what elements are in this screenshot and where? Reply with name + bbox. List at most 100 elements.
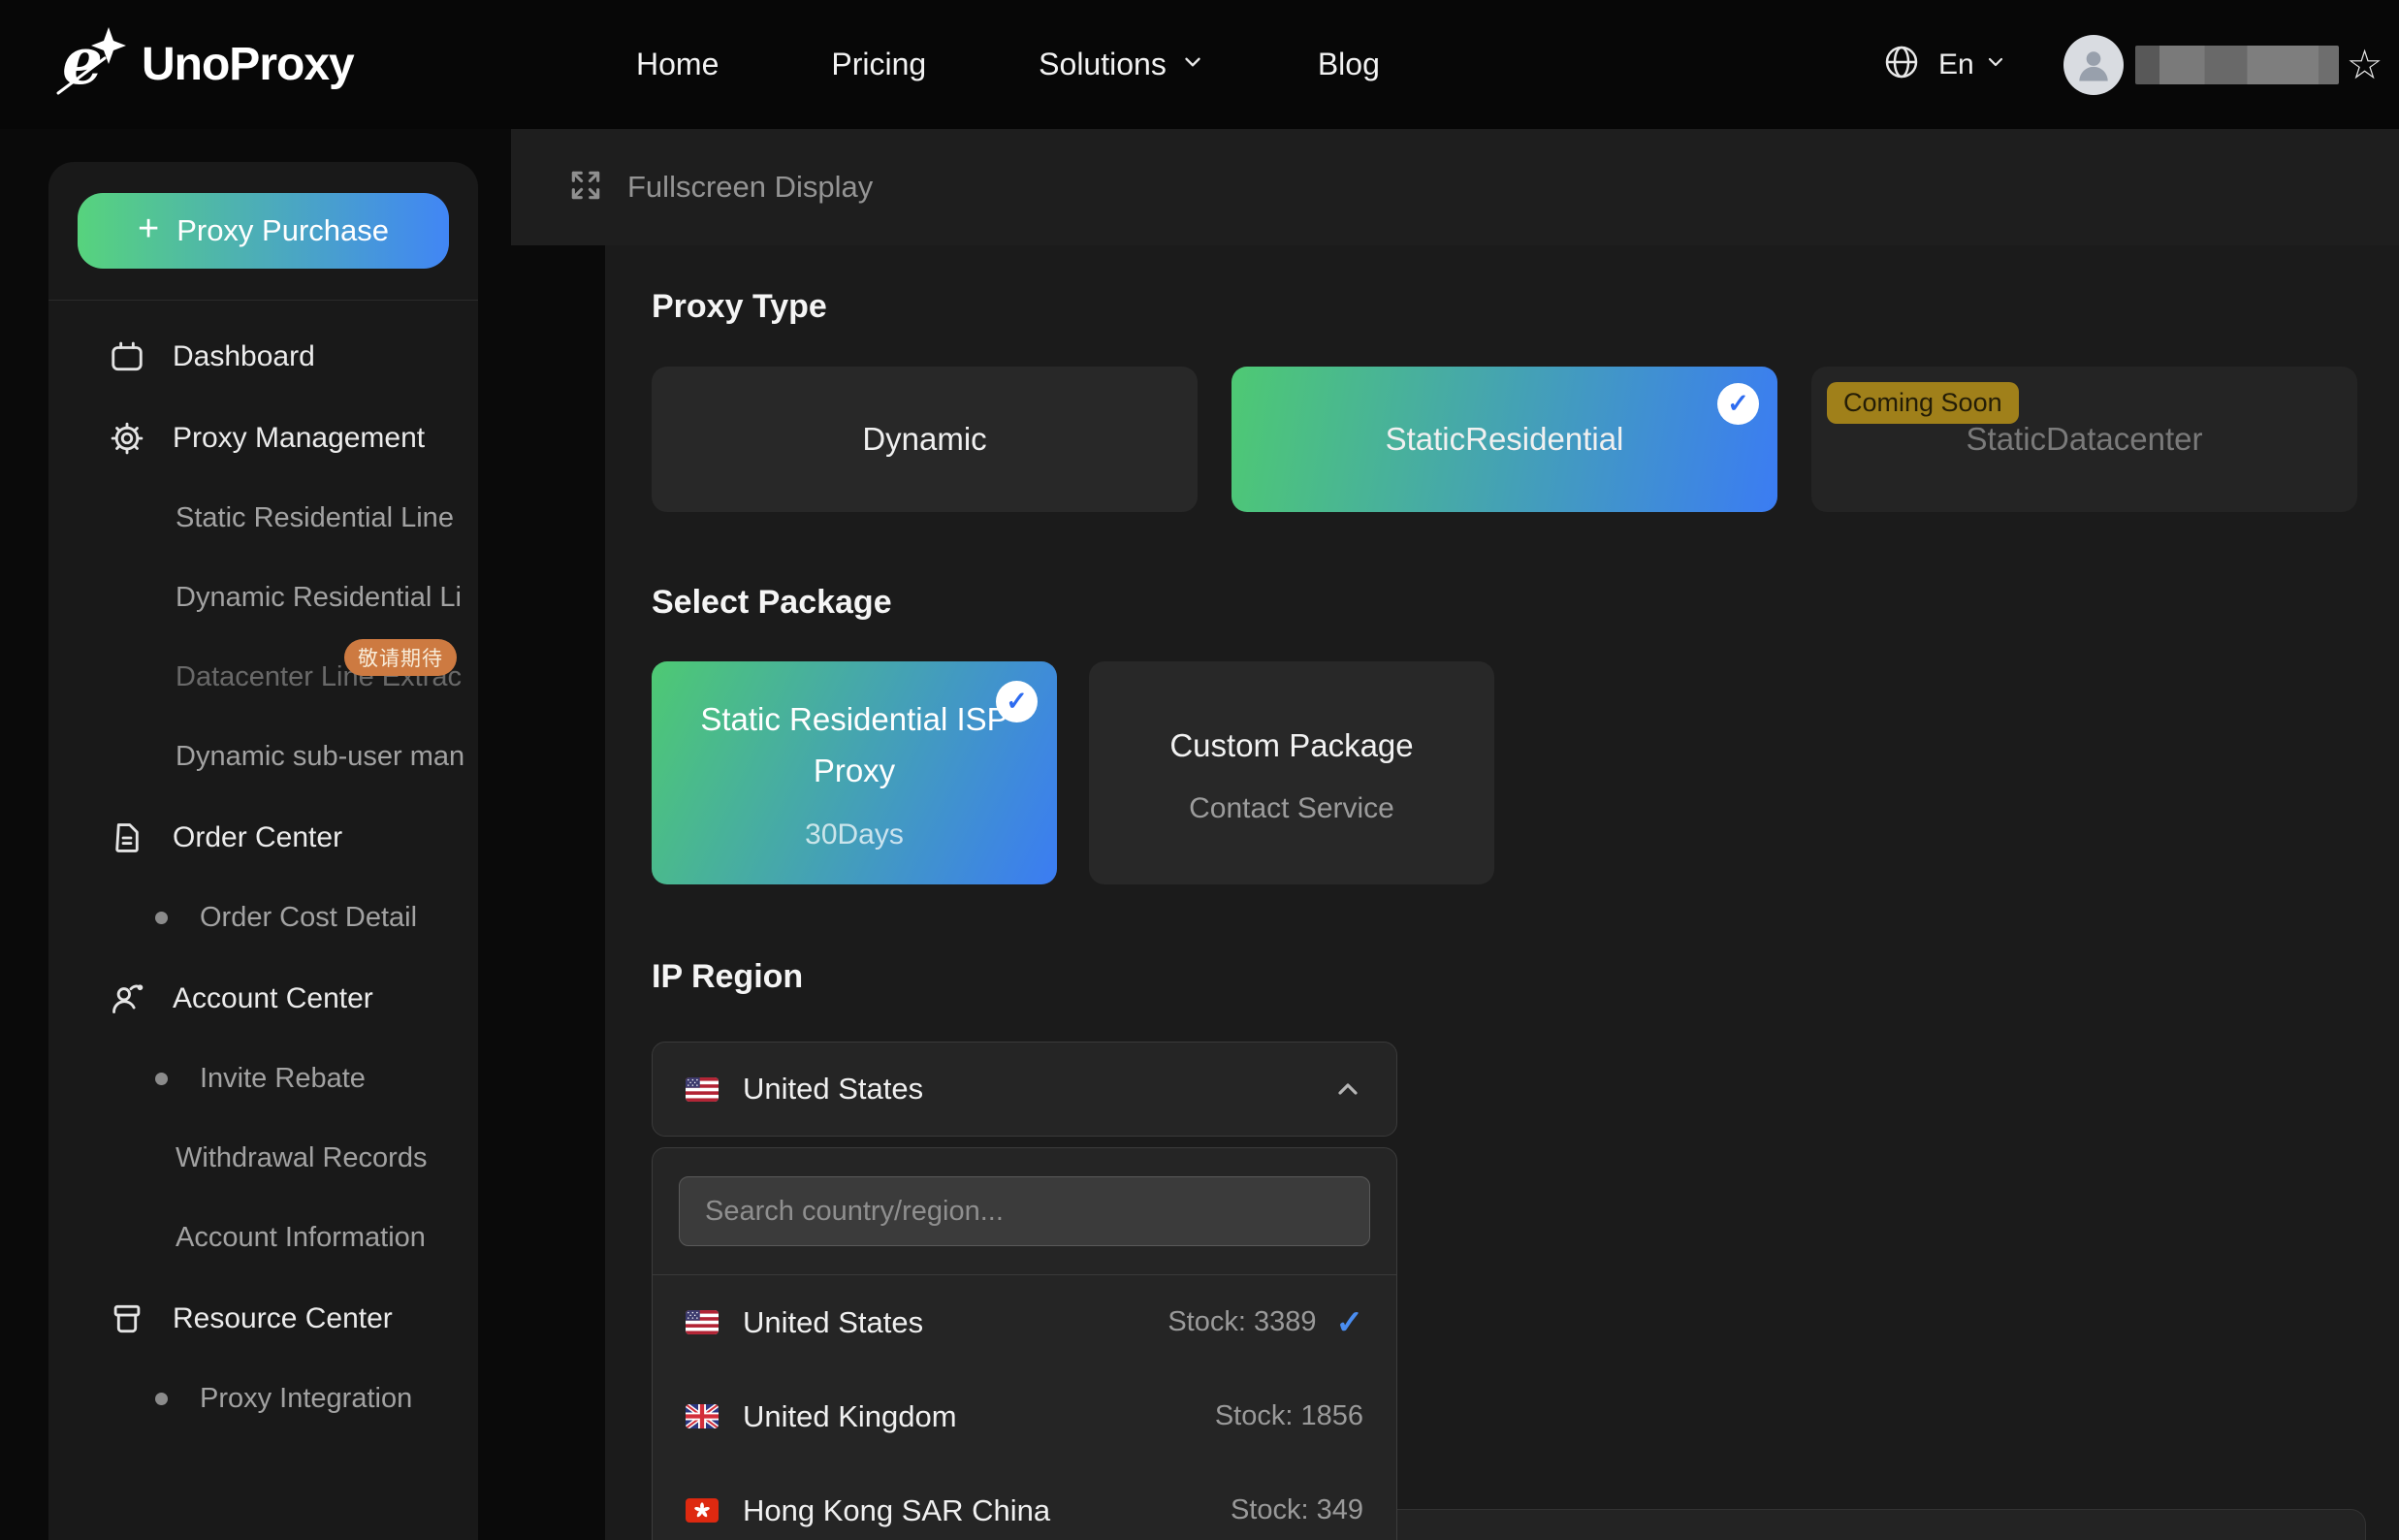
region-dropdown-panel: United States Stock: 3389 ✓ United xyxy=(652,1147,1397,1540)
top-navbar: e UnoProxy Home Pricing Solutions Blog xyxy=(0,0,2399,129)
region-select[interactable]: United States xyxy=(652,1042,1397,1137)
sidebar-item-dynamic-residential-line[interactable]: Dynamic Residential Li xyxy=(48,576,478,619)
gear-icon xyxy=(109,420,145,457)
avatar[interactable] xyxy=(2063,35,2124,95)
bullet-icon xyxy=(155,912,168,924)
coming-soon-cn-badge: 敬请期待 xyxy=(344,639,457,676)
hk-flag-icon xyxy=(686,1498,719,1523)
chevron-up-icon xyxy=(1332,1074,1363,1105)
gb-flag-icon xyxy=(686,1404,719,1428)
proxy-type-static-datacenter: Coming Soon StaticDatacenter xyxy=(1811,367,2357,512)
proxy-type-label: StaticDatacenter xyxy=(1967,421,2203,458)
sidebar-item-dashboard[interactable]: Dashboard xyxy=(48,334,478,380)
sidebar-item-account-center[interactable]: Account Center xyxy=(48,976,478,1022)
brand-name: UnoProxy xyxy=(142,38,354,91)
nav-link-solutions[interactable]: Solutions xyxy=(1039,47,1205,82)
select-package-heading: Select Package xyxy=(652,584,2399,622)
proxy-type-options: Dynamic StaticResidential ✓ Coming Soon … xyxy=(652,367,2399,512)
region-search-wrap xyxy=(653,1148,1396,1274)
chevron-down-icon xyxy=(1180,47,1205,82)
star-icon[interactable]: ☆ xyxy=(2347,45,2383,85)
brand-logo[interactable]: e UnoProxy xyxy=(50,0,354,129)
package-options: Static Residential ISP Proxy 30Days ✓ Cu… xyxy=(652,661,2399,884)
sidebar-menu: Dashboard Proxy Management Static Reside… xyxy=(48,301,478,1457)
proxy-purchase-button[interactable]: + Proxy Purchase xyxy=(78,193,449,269)
region-option-stock: Stock: 1856 xyxy=(1215,1400,1363,1432)
sidebar-item-label: Account Center xyxy=(173,982,373,1015)
language-selector[interactable]: En xyxy=(1938,48,1974,81)
package-title: Custom Package xyxy=(1125,721,1459,772)
us-flag-icon xyxy=(686,1310,719,1334)
nav-links: Home Pricing Solutions Blog xyxy=(636,0,1380,129)
proxy-purchase-label: Proxy Purchase xyxy=(176,213,389,248)
region-option-name: United Kingdom xyxy=(743,1399,957,1434)
selected-check-icon: ✓ xyxy=(996,681,1038,722)
sidebar-item-dynamic-subuser[interactable]: Dynamic sub-user man xyxy=(48,735,478,778)
nav-link-blog[interactable]: Blog xyxy=(1318,47,1380,82)
region-option-meta: Stock: 3389 ✓ xyxy=(1168,1306,1363,1339)
sidebar-item-proxy-management[interactable]: Proxy Management xyxy=(48,415,478,462)
dashboard-icon xyxy=(109,338,145,375)
proxy-type-label: Dynamic xyxy=(862,421,986,458)
sidebar-item-resource-center[interactable]: Resource Center xyxy=(48,1296,478,1342)
bullet-icon xyxy=(155,1393,168,1405)
fullscreen-label: Fullscreen Display xyxy=(627,170,873,205)
sidebar-item-label: Proxy Management xyxy=(173,422,425,455)
sidebar-item-label: Withdrawal Records xyxy=(176,1142,427,1174)
region-option-meta: Stock: 349 xyxy=(1231,1494,1363,1526)
package-custom[interactable]: Custom Package Contact Service xyxy=(1089,661,1494,884)
sidebar-item-invite-rebate[interactable]: Invite Rebate xyxy=(48,1057,478,1100)
svg-text:e: e xyxy=(62,23,103,99)
nav-link-solutions-label: Solutions xyxy=(1039,47,1167,82)
nav-link-pricing[interactable]: Pricing xyxy=(831,47,926,82)
navbar-right: En ☆ xyxy=(1882,0,2383,129)
region-option-united-states[interactable]: United States Stock: 3389 ✓ xyxy=(653,1275,1396,1369)
nav-link-home[interactable]: Home xyxy=(636,47,719,82)
region-option-name: United States xyxy=(743,1305,923,1340)
package-subtitle: 30Days xyxy=(805,818,904,851)
proxy-type-static-residential[interactable]: StaticResidential ✓ xyxy=(1231,367,1777,512)
sidebar-item-order-center[interactable]: Order Center xyxy=(48,815,478,861)
sidebar-item-account-information[interactable]: Account Information xyxy=(48,1216,478,1259)
package-subtitle: Contact Service xyxy=(1189,792,1394,825)
redacted-username xyxy=(2135,46,2339,84)
package-title: Static Residential ISP Proxy xyxy=(688,694,1022,797)
main-content: Proxy Type Dynamic StaticResidential ✓ C… xyxy=(605,245,2399,1540)
sidebar-item-datacenter-line[interactable]: 敬请期待 Datacenter Line Extrac xyxy=(48,656,478,698)
sidebar-item-label: Dynamic sub-user man xyxy=(176,741,464,773)
region-selected-value: United States xyxy=(743,1072,923,1107)
region-option-stock: Stock: 349 xyxy=(1231,1494,1363,1526)
proxy-type-heading: Proxy Type xyxy=(652,288,2399,326)
sidebar-item-label: Resource Center xyxy=(173,1302,393,1335)
region-search-input[interactable] xyxy=(679,1176,1370,1246)
chevron-down-icon[interactable] xyxy=(1984,50,2007,79)
selected-check-icon: ✓ xyxy=(1336,1306,1364,1339)
sidebar-item-order-cost-detail[interactable]: Order Cost Detail xyxy=(48,896,478,939)
sidebar-item-label: Account Information xyxy=(176,1222,426,1254)
plus-icon: + xyxy=(138,209,159,250)
sidebar: + Proxy Purchase Dashboard xyxy=(48,162,478,1540)
region-option-united-kingdom[interactable]: United Kingdom Stock: 1856 xyxy=(653,1369,1396,1463)
sidebar-item-label: Dashboard xyxy=(173,340,315,373)
proxy-type-label: StaticResidential xyxy=(1386,421,1624,458)
globe-icon[interactable] xyxy=(1882,43,1921,86)
fullscreen-icon xyxy=(567,167,604,209)
sidebar-item-static-residential-line[interactable]: Static Residential Line xyxy=(48,497,478,539)
sidebar-item-label: Proxy Integration xyxy=(200,1383,412,1415)
sidebar-item-label: Order Cost Detail xyxy=(200,902,417,934)
package-static-residential-isp[interactable]: Static Residential ISP Proxy 30Days ✓ xyxy=(652,661,1057,884)
document-icon xyxy=(109,819,145,856)
proxy-type-dynamic[interactable]: Dynamic xyxy=(652,367,1198,512)
archive-icon xyxy=(109,1300,145,1337)
region-option-stock: Stock: 3389 xyxy=(1168,1306,1316,1338)
bullet-icon xyxy=(155,1073,168,1085)
sidebar-item-proxy-integration[interactable]: Proxy Integration xyxy=(48,1377,478,1420)
sidebar-item-label: Static Residential Line xyxy=(176,502,454,534)
app-window: e UnoProxy Home Pricing Solutions Blog xyxy=(0,0,2399,1540)
fullscreen-toolbar[interactable]: Fullscreen Display xyxy=(511,129,2399,245)
region-option-hong-kong[interactable]: Hong Kong SAR China Stock: 349 xyxy=(653,1463,1396,1540)
sidebar-item-label: Order Center xyxy=(173,821,342,854)
sidebar-item-withdrawal-records[interactable]: Withdrawal Records xyxy=(48,1137,478,1179)
selected-check-icon: ✓ xyxy=(1717,383,1759,425)
ip-region-heading: IP Region xyxy=(652,958,2399,996)
